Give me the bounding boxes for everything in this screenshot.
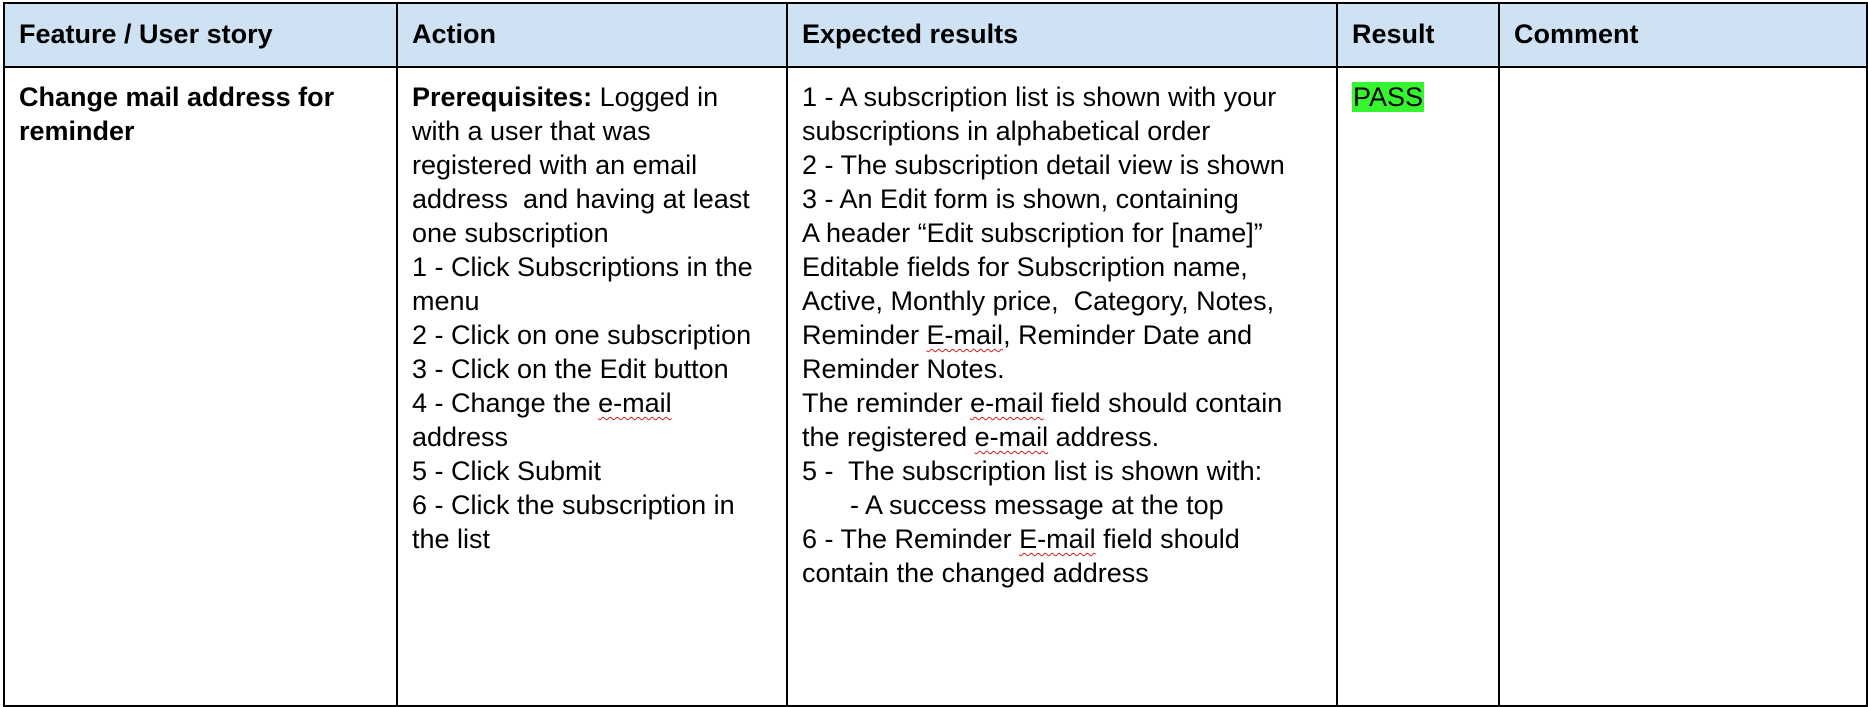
spellcheck-word[interactable]: e-mail xyxy=(975,422,1049,452)
expected-line-5: Editable fields for Subscription name, A… xyxy=(802,252,1282,384)
expected-line-6-pre: The reminder xyxy=(802,388,971,418)
action-step-3: 3 - Click on the Edit button xyxy=(412,354,729,384)
action-step-4-pre: 4 - Change the xyxy=(412,388,599,418)
cell-action[interactable]: Prerequisites: Logged in with a user tha… xyxy=(396,66,788,707)
expected-line-7: 5 - The subscription list is shown with: xyxy=(802,456,1263,486)
header-expected-label: Expected results xyxy=(802,19,1019,49)
prerequisites-label: Prerequisites: xyxy=(412,82,593,112)
feature-text: Change mail address for reminder xyxy=(19,82,342,146)
expected-line-6: The reminder e-mail field should contain… xyxy=(802,388,1290,452)
expected-text: 1 - A subscription list is shown with yo… xyxy=(788,68,1336,590)
header-comment-label: Comment xyxy=(1514,19,1639,49)
cell-feature[interactable]: Change mail address for reminder xyxy=(3,66,398,707)
expected-line-2: 2 - The subscription detail view is show… xyxy=(802,150,1285,180)
action-step-5: 5 - Click Submit xyxy=(412,456,602,486)
test-case-table: Feature / User story Action Expected res… xyxy=(3,2,1868,707)
action-step-4: 4 - Change the e-mail address xyxy=(412,388,679,452)
action-text: Prerequisites: Logged in with a user tha… xyxy=(398,68,786,556)
expected-line-6-post: address. xyxy=(1048,422,1160,452)
expected-line-1: 1 - A subscription list is shown with yo… xyxy=(802,82,1284,146)
action-step-1: 1 - Click Subscriptions in the menu xyxy=(412,252,761,316)
action-step-2: 2 - Click on one subscription xyxy=(412,320,752,350)
header-row: Feature / User story Action Expected res… xyxy=(3,2,1868,68)
comment-text xyxy=(1500,68,1866,80)
expected-line-3: 3 - An Edit form is shown, containing xyxy=(802,184,1239,214)
header-feature-label: Feature / User story xyxy=(19,19,273,49)
header-cell-expected[interactable]: Expected results xyxy=(786,2,1338,68)
spellcheck-word[interactable]: E-mail xyxy=(927,320,1004,350)
cell-result[interactable]: PASS xyxy=(1336,66,1500,707)
header-cell-result[interactable]: Result xyxy=(1336,2,1500,68)
cell-comment[interactable] xyxy=(1498,66,1868,707)
spellcheck-word[interactable]: e-mail xyxy=(970,388,1044,418)
table-row: Change mail address for reminder Prerequ… xyxy=(3,66,1868,707)
spellcheck-word[interactable]: E-mail xyxy=(1019,524,1096,554)
header-cell-comment[interactable]: Comment xyxy=(1498,2,1868,68)
result-pass-badge: PASS xyxy=(1352,82,1425,112)
result-content: PASS xyxy=(1338,68,1498,114)
expected-line-4: A header “Edit subscription for [name]” xyxy=(802,218,1263,248)
header-action-label: Action xyxy=(412,19,496,49)
cell-expected[interactable]: 1 - A subscription list is shown with yo… xyxy=(786,66,1338,707)
expected-line-9-pre: 6 - The Reminder xyxy=(802,524,1020,554)
header-cell-feature[interactable]: Feature / User story xyxy=(3,2,398,68)
expected-line-9: 6 - The Reminder E-mail field should con… xyxy=(802,524,1247,588)
spellcheck-word[interactable]: e-mail xyxy=(598,388,672,418)
header-cell-action[interactable]: Action xyxy=(396,2,788,68)
expected-line-8: - A success message at the top xyxy=(850,490,1224,520)
header-result-label: Result xyxy=(1352,19,1435,49)
action-step-6: 6 - Click the subscription in the list xyxy=(412,490,743,554)
